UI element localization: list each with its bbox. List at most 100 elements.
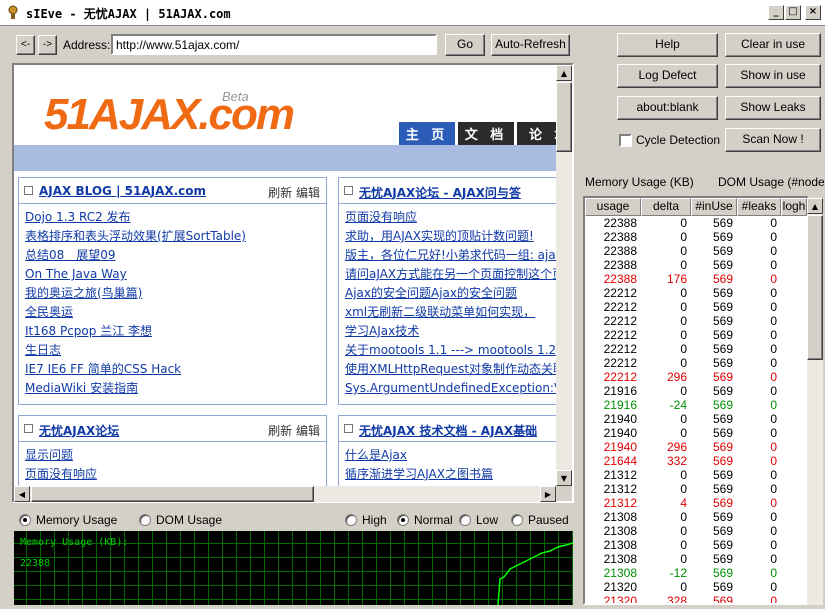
table-row[interactable]: 22212 0 569 0: [585, 342, 807, 356]
table-row[interactable]: 22212 296 569 0: [585, 370, 807, 384]
maximize-button[interactable]: □: [785, 5, 801, 20]
scroll-right-arrow-icon[interactable]: ▶: [540, 486, 556, 502]
list-item[interactable]: 关于mootools 1.1 ---> mootools 1.2 的: [345, 341, 556, 360]
tab-docs[interactable]: 文 档: [458, 122, 514, 145]
table-row[interactable]: 21312 4 569 0: [585, 496, 807, 510]
table-row[interactable]: 21308 0 569 0: [585, 552, 807, 566]
table-row[interactable]: 21320 0 569 0: [585, 580, 807, 594]
table-row[interactable]: 21320 328 569 0: [585, 594, 807, 603]
tab-forum[interactable]: 论 坛: [517, 122, 556, 145]
show-in-use-button[interactable]: Show in use: [725, 64, 821, 88]
list-item[interactable]: 显示问题: [25, 446, 320, 465]
table-row[interactable]: 21308 0 569 0: [585, 510, 807, 524]
memory-usage-radio[interactable]: [19, 514, 31, 526]
collapse-icon[interactable]: [344, 186, 353, 195]
table-row[interactable]: 22388 176 569 0: [585, 272, 807, 286]
show-leaks-button[interactable]: Show Leaks: [725, 96, 821, 120]
table-row[interactable]: 22388 0 569 0: [585, 230, 807, 244]
table-row[interactable]: 22388 0 569 0: [585, 244, 807, 258]
panel-actions[interactable]: 刷新 编辑: [268, 422, 320, 439]
list-item[interactable]: 循序渐进学习AJAX之图书篇: [345, 465, 556, 484]
list-item[interactable]: xml无刷新二级联动菜单如何实现，: [345, 303, 556, 322]
list-item[interactable]: 什么是Ajax: [345, 446, 556, 465]
table-row[interactable]: 21308 0 569 0: [585, 524, 807, 538]
table-row[interactable]: 22388 0 569 0: [585, 258, 807, 272]
close-button[interactable]: ×: [805, 5, 821, 20]
table-row[interactable]: 22212 0 569 0: [585, 300, 807, 314]
table-row[interactable]: 22212 0 569 0: [585, 328, 807, 342]
list-item[interactable]: On The Java Way: [25, 265, 320, 284]
panel-title[interactable]: 无忧AJAX论坛: [39, 422, 119, 439]
minimize-button[interactable]: _: [768, 5, 784, 20]
table-scroll-up-arrow-icon[interactable]: ▲: [807, 198, 823, 214]
column-delta[interactable]: delta: [641, 198, 691, 216]
table-row[interactable]: 21940 296 569 0: [585, 440, 807, 454]
help-button[interactable]: Help: [617, 33, 718, 57]
table-row[interactable]: 22212 0 569 0: [585, 286, 807, 300]
column-usage[interactable]: usage: [585, 198, 641, 216]
panel-title[interactable]: AJAX BLOG | 51AJAX.com: [39, 184, 206, 198]
site-logo[interactable]: 51AJAX.com: [44, 90, 295, 140]
go-button[interactable]: Go: [445, 34, 485, 56]
about-blank-button[interactable]: about:blank: [617, 96, 718, 120]
list-item[interactable]: 页面没有响应: [25, 465, 320, 484]
low-radio[interactable]: [459, 514, 471, 526]
table-row[interactable]: 22212 0 569 0: [585, 356, 807, 370]
panel-title[interactable]: 无忧AJAX论坛 - AJAX问与答: [359, 184, 521, 201]
table-row[interactable]: 21312 0 569 0: [585, 482, 807, 496]
list-item[interactable]: 生日志: [25, 341, 320, 360]
list-item[interactable]: 求助，用AJAX实现的顶贴计数问题!: [345, 227, 556, 246]
list-item[interactable]: 使用XMLHttpRequest对象制作动态关联: [345, 360, 556, 379]
horizontal-scroll-thumb[interactable]: [31, 486, 314, 502]
clear-in-use-button[interactable]: Clear in use: [725, 33, 821, 57]
table-row[interactable]: 21308 -12 569 0: [585, 566, 807, 580]
scroll-down-arrow-icon[interactable]: ▼: [556, 470, 572, 486]
tab-home[interactable]: 主 页: [399, 122, 455, 145]
list-item[interactable]: 请问aJAX方式能在另一个页面控制这个页: [345, 265, 556, 284]
table-row[interactable]: 21308 0 569 0: [585, 538, 807, 552]
forward-button[interactable]: ->: [38, 35, 57, 55]
cycle-detection-checkbox[interactable]: [619, 134, 632, 147]
table-scroll-thumb[interactable]: [807, 215, 823, 360]
list-item[interactable]: 版主，各位仁兄好!小弟求代码一组: ajax: [345, 246, 556, 265]
paused-radio[interactable]: [511, 514, 523, 526]
table-row[interactable]: 22388 0 569 0: [585, 216, 807, 230]
list-item[interactable]: 页面没有响应: [345, 208, 556, 227]
collapse-icon[interactable]: [24, 186, 33, 195]
list-item[interactable]: It168 Pcpop 兰江 李想: [25, 322, 320, 341]
list-item[interactable]: Sys.ArgumentUndefinedException:Valu: [345, 379, 556, 398]
list-item[interactable]: 我的奥运之旅(鸟巢篇): [25, 284, 320, 303]
table-row[interactable]: 21644 332 569 0: [585, 454, 807, 468]
back-button[interactable]: <-: [16, 35, 35, 55]
table-row[interactable]: 21312 0 569 0: [585, 468, 807, 482]
list-item[interactable]: 总结08 展望09: [25, 246, 320, 265]
table-row[interactable]: 21940 0 569 0: [585, 412, 807, 426]
table-row[interactable]: 22212 0 569 0: [585, 314, 807, 328]
column-logh[interactable]: logh: [781, 198, 807, 216]
panel-actions[interactable]: 刷新 编辑: [268, 184, 320, 201]
collapse-icon[interactable]: [24, 424, 33, 433]
table-row[interactable]: 21916 -24 569 0: [585, 398, 807, 412]
table-row[interactable]: 21940 0 569 0: [585, 426, 807, 440]
log-defect-button[interactable]: Log Defect: [617, 64, 718, 88]
dom-usage-radio[interactable]: [139, 514, 151, 526]
scan-now-button[interactable]: Scan Now !: [725, 128, 821, 152]
high-radio[interactable]: [345, 514, 357, 526]
list-item[interactable]: MediaWiki 安装指南: [25, 379, 320, 398]
list-item[interactable]: 全民奥运: [25, 303, 320, 322]
web-view[interactable]: 51AJAX.com Beta 主 页 文 档 论 坛 AJAX BLOG | …: [14, 65, 556, 486]
memory-table[interactable]: usage delta #inUse #leaks logh 22388 0 569…: [583, 196, 809, 605]
list-item[interactable]: 表格排序和表头浮动效果(扩展SortTable): [25, 227, 320, 246]
auto-refresh-button[interactable]: Auto-Refresh: [491, 34, 570, 56]
vertical-scroll-thumb[interactable]: [556, 82, 572, 152]
collapse-icon[interactable]: [344, 424, 353, 433]
list-item[interactable]: IE7 IE6 FF 简单的CSS Hack: [25, 360, 320, 379]
address-input[interactable]: http://www.51ajax.com/: [111, 34, 437, 55]
normal-radio[interactable]: [397, 514, 409, 526]
column-inuse[interactable]: #inUse: [691, 198, 737, 216]
panel-title[interactable]: 无忧AJAX 技术文档 - AJAX基础: [359, 422, 537, 439]
scroll-up-arrow-icon[interactable]: ▲: [556, 65, 572, 81]
list-item[interactable]: Ajax的安全问题Ajax的安全问题: [345, 284, 556, 303]
list-item[interactable]: 学习AJax技术: [345, 322, 556, 341]
table-row[interactable]: 21916 0 569 0: [585, 384, 807, 398]
